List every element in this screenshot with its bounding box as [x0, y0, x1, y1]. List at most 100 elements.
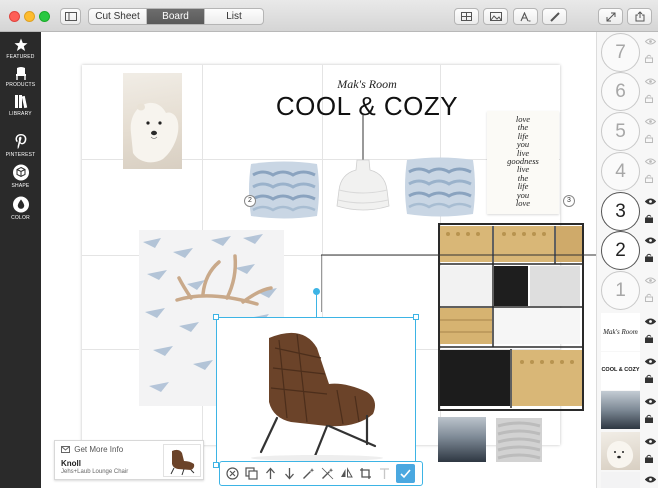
- bear-thumb-drawing: [606, 441, 634, 468]
- pillow-left-image[interactable]: [247, 159, 321, 221]
- zoom-window-button[interactable]: [39, 11, 50, 22]
- layer-thumb-wallpaper[interactable]: [601, 472, 640, 488]
- pillow-drawing: [405, 157, 475, 217]
- tab-board[interactable]: Board: [147, 9, 205, 24]
- callout-badge[interactable]: 3: [563, 195, 575, 207]
- grid-icon: [461, 12, 472, 21]
- product-info-card[interactable]: Get More Info Knoll Jehs+Laub Lounge Cha…: [54, 440, 204, 480]
- typography-print-image[interactable]: love the life you live goodness live the…: [487, 111, 559, 214]
- bring-forward-button[interactable]: [261, 463, 280, 484]
- selected-chair-item[interactable]: [216, 317, 416, 465]
- send-backward-button[interactable]: [280, 463, 299, 484]
- lock-icon[interactable]: [645, 214, 653, 223]
- layer-4[interactable]: 4: [601, 152, 640, 191]
- polar-bear-drawing: [130, 102, 179, 163]
- callout-badge[interactable]: 2: [244, 195, 256, 207]
- text-tool-button[interactable]: [375, 463, 394, 484]
- product-name: Jehs+Laub Lounge Chair: [61, 469, 129, 475]
- minimize-window-button[interactable]: [24, 11, 35, 22]
- eye-icon[interactable]: [645, 358, 656, 365]
- close-window-button[interactable]: [9, 11, 20, 22]
- share-button[interactable]: [627, 8, 652, 25]
- image-icon: [489, 12, 502, 21]
- sidebar-item-shape[interactable]: SHAPE: [0, 164, 41, 189]
- eye-icon[interactable]: [645, 78, 656, 85]
- sidebar-item-pinterest[interactable]: PINTEREST: [0, 133, 41, 158]
- resize-handle[interactable]: [213, 314, 219, 320]
- pinterest-icon: [15, 134, 26, 149]
- lock-icon[interactable]: [645, 374, 653, 383]
- lock-icon[interactable]: [645, 54, 653, 63]
- layer-6[interactable]: 6: [601, 72, 640, 111]
- layer-thumb-title-text: COOL & COZY: [601, 367, 640, 373]
- view-mode-segmented-control: Cut Sheet Board List: [88, 8, 264, 25]
- layer-thumb-title[interactable]: COOL & COZY: [601, 352, 640, 390]
- eye-icon[interactable]: [645, 476, 656, 483]
- lock-icon[interactable]: [645, 94, 653, 103]
- crop-button[interactable]: [356, 463, 375, 484]
- delete-button[interactable]: [223, 463, 242, 484]
- magic-wand-button[interactable]: [299, 463, 318, 484]
- lamp-drawing: [336, 114, 390, 211]
- lock-icon[interactable]: [645, 454, 653, 463]
- eye-icon[interactable]: [645, 318, 656, 325]
- remove-background-button[interactable]: [318, 463, 337, 484]
- lock-icon[interactable]: [645, 334, 653, 343]
- seascape-image[interactable]: [438, 417, 486, 462]
- pendant-lamp-image[interactable]: [335, 114, 391, 224]
- layer-thumb-seascape[interactable]: [601, 391, 640, 429]
- magic-wand-erase-icon: [321, 467, 334, 480]
- eye-icon[interactable]: [645, 398, 656, 405]
- lock-icon[interactable]: [645, 253, 653, 262]
- layer-2[interactable]: 2: [601, 231, 640, 270]
- duplicate-button[interactable]: [242, 463, 261, 484]
- lock-icon[interactable]: [645, 174, 653, 183]
- sidebar-toggle-button[interactable]: [60, 8, 81, 25]
- eye-icon[interactable]: [645, 198, 656, 205]
- lock-icon[interactable]: [645, 414, 653, 423]
- rotate-handle-stem: [316, 294, 317, 317]
- sidebar-item-color[interactable]: COLOR: [0, 196, 41, 221]
- layer-thumb-bear[interactable]: [601, 432, 640, 470]
- sidebar-item-featured[interactable]: FEATURED: [0, 38, 41, 60]
- flip-button[interactable]: [337, 463, 356, 484]
- polar-bear-image[interactable]: [123, 73, 182, 169]
- canvas-area[interactable]: Mak's Room COOL & COZY 2 3 love the life…: [41, 32, 658, 488]
- confirm-button[interactable]: [396, 464, 415, 483]
- layer-thumb-subtitle[interactable]: Mak's Room: [601, 313, 640, 351]
- text-button[interactable]: [513, 8, 538, 25]
- draw-button[interactable]: [542, 8, 567, 25]
- lock-icon[interactable]: [645, 134, 653, 143]
- item-toolbar: [219, 461, 423, 486]
- eye-icon[interactable]: [645, 438, 656, 445]
- layer-5[interactable]: 5: [601, 112, 640, 151]
- storage-shelf-image[interactable]: [434, 222, 590, 417]
- eye-icon[interactable]: [645, 237, 656, 244]
- sidebar-item-products[interactable]: PRODUCTS: [0, 66, 41, 88]
- lock-icon[interactable]: [645, 293, 653, 302]
- tab-list[interactable]: List: [205, 9, 263, 24]
- layer-7[interactable]: 7: [601, 33, 640, 72]
- eye-icon[interactable]: [645, 277, 656, 284]
- text-icon: [520, 11, 531, 21]
- board-subtitle[interactable]: Mak's Room: [327, 77, 407, 92]
- layer-1[interactable]: 1: [601, 271, 640, 310]
- grid-view-button[interactable]: [454, 8, 479, 25]
- eye-icon[interactable]: [645, 158, 656, 165]
- lounge-chair-drawing: [251, 332, 383, 461]
- tab-cut-sheet[interactable]: Cut Sheet: [89, 9, 147, 24]
- share-icon: [635, 11, 644, 22]
- eye-icon[interactable]: [645, 118, 656, 125]
- books-icon: [14, 95, 27, 109]
- resize-handle[interactable]: [413, 314, 419, 320]
- knit-texture-image[interactable]: [496, 418, 542, 462]
- layer-3[interactable]: 3: [601, 192, 640, 231]
- sidebar-item-library[interactable]: LIBRARY: [0, 94, 41, 117]
- sidebar-item-label: LIBRARY: [9, 111, 32, 117]
- image-button[interactable]: [483, 8, 508, 25]
- get-more-info-link[interactable]: Get More Info: [61, 445, 123, 454]
- pillow-right-image[interactable]: [403, 155, 477, 219]
- drop-icon: [12, 196, 29, 213]
- eye-icon[interactable]: [645, 38, 656, 45]
- fullscreen-button[interactable]: [598, 8, 623, 25]
